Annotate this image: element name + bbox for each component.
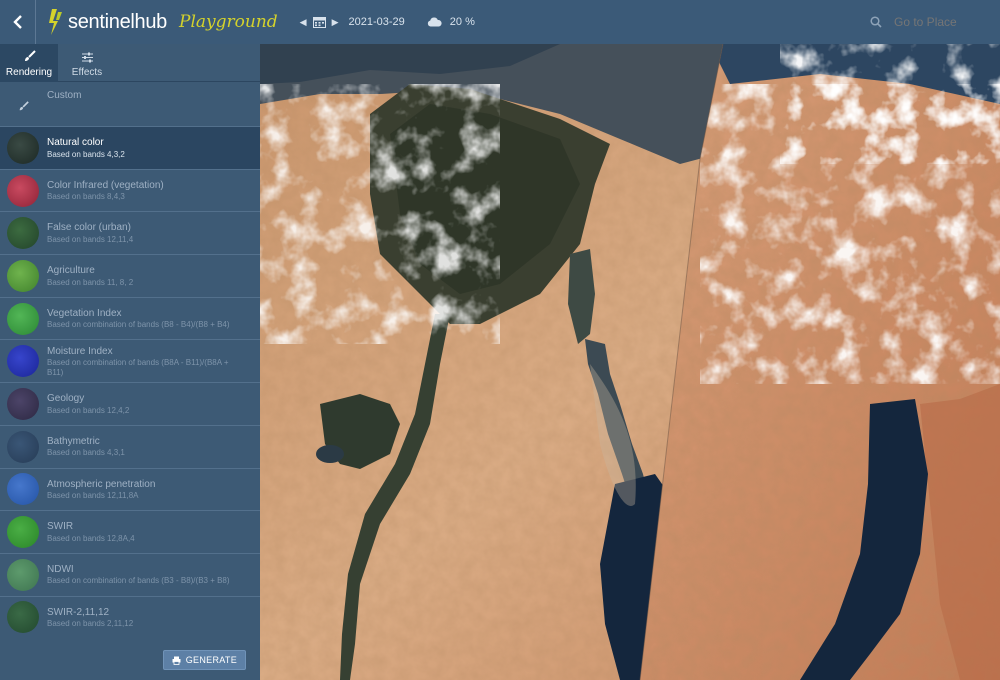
calendar-icon[interactable]: [312, 16, 326, 28]
layer-description: Based on bands 12,8A,4: [47, 533, 135, 543]
layer-name: Agriculture: [47, 265, 95, 277]
date-value[interactable]: 2021-03-29: [349, 16, 405, 28]
back-button[interactable]: [0, 0, 36, 44]
layer-name: NDWI: [47, 563, 74, 575]
layer-item-moisture-index[interactable]: Moisture Index Based on combination of ba…: [0, 339, 260, 382]
layer-item-agriculture[interactable]: Agriculture Based on bands 11, 8, 2: [0, 254, 260, 297]
sliders-icon: [81, 52, 93, 63]
layer-item-natural-color[interactable]: Natural color Based on bands 4,3,2: [0, 126, 260, 169]
layer-item-custom[interactable]: Custom: [0, 84, 260, 126]
layer-thumb: [7, 259, 39, 292]
layer-item-swir[interactable]: SWIR Based on bands 12,8A,4: [0, 510, 260, 553]
layer-name: Geology: [47, 393, 85, 405]
sentinelhub-logo-icon: [49, 9, 62, 35]
satellite-imagery: [260, 44, 1000, 680]
layer-thumb: [7, 387, 39, 420]
layer-name: False color (urban): [47, 222, 131, 234]
tab-effects-label: Effects: [71, 67, 103, 78]
sidebar-tabs: Rendering Effects: [0, 44, 260, 82]
tab-effects[interactable]: Effects: [58, 44, 116, 82]
layer-name: Moisture Index: [47, 345, 113, 357]
layer-description: Based on bands 2,11,12: [47, 619, 134, 629]
search-bar: [870, 0, 984, 44]
sidebar: Rendering Effects Custom Natural color Ba…: [0, 44, 260, 680]
logo-text: sentinelhub: [68, 10, 168, 33]
layer-description: Based on combination of bands (B3 - B8)/…: [47, 576, 230, 586]
layer-description: Based on bands 12,11,4: [47, 234, 134, 244]
layer-description: Based on bands 8,4,3: [47, 192, 125, 202]
layer-item-color-infrared[interactable]: Color Infrared (vegetation) Based on band…: [0, 168, 260, 212]
layer-thumb: [7, 473, 39, 506]
layer-description: Based on bands 4,3,2: [47, 149, 125, 159]
logo[interactable]: sentinelhub Playground: [48, 7, 278, 37]
brush-icon: [19, 100, 29, 110]
tab-rendering[interactable]: Rendering: [0, 44, 58, 82]
layer-name: SWIR: [47, 521, 74, 533]
chevron-left-icon: [12, 15, 22, 29]
layer-name: Atmospheric penetration: [47, 478, 156, 490]
layer-description: Based on combination of bands (B8 - B4)/…: [47, 320, 230, 330]
tab-rendering-label: Rendering: [5, 67, 53, 78]
layer-thumb: [7, 345, 39, 378]
layer-thumb: [7, 601, 39, 634]
layer-name: Custom: [47, 90, 82, 101]
layer-name: Bathymetric: [47, 435, 100, 447]
search-input[interactable]: [894, 15, 984, 29]
generate-button[interactable]: GENERATE: [162, 650, 246, 670]
prev-date-icon[interactable]: ◀: [300, 17, 307, 28]
layer-name: SWIR-2,11,12: [47, 606, 110, 618]
layer-thumb: [7, 430, 39, 463]
date-picker: ◀ ▶ 2021-03-29: [300, 16, 405, 28]
layer-item-swir-2-11-12[interactable]: SWIR-2,11,12 Based on bands 2,11,12: [0, 595, 260, 639]
next-date-icon[interactable]: ▶: [332, 17, 339, 28]
brush-icon: [24, 50, 36, 61]
layer-item-false-color-urban[interactable]: False color (urban) Based on bands 12,11,…: [0, 211, 260, 254]
printer-icon: [172, 656, 181, 665]
layer-item-atmospheric-penetration[interactable]: Atmospheric penetration Based on bands 12…: [0, 467, 260, 511]
layer-thumb: [7, 302, 39, 335]
generate-label: GENERATE: [185, 655, 237, 665]
layer-description: Based on bands 11, 8, 2: [47, 277, 134, 287]
layer-item-vegetation-index[interactable]: Vegetation Index Based on combination of …: [0, 296, 260, 340]
satellite-map[interactable]: [260, 44, 1000, 680]
layer-thumb: [7, 558, 39, 591]
layer-name: Natural color: [47, 137, 104, 148]
layer-thumb: [7, 131, 39, 164]
layer-item-geology[interactable]: Geology Based on bands 12,4,2: [0, 382, 260, 425]
layer-thumb: [7, 174, 39, 207]
layer-list: Custom Natural color Based on bands 4,3,2…: [0, 84, 260, 638]
cloud-coverage[interactable]: 20 %: [427, 16, 475, 28]
layer-thumb: [7, 217, 39, 250]
layer-item-ndwi[interactable]: NDWI Based on combination of bands (B3 - …: [0, 552, 260, 596]
layer-description: Based on combination of bands (B8A - B11…: [47, 358, 229, 377]
cloud-icon: [427, 17, 442, 27]
custom-layer-thumb: [7, 90, 39, 122]
cloud-coverage-value: 20 %: [449, 16, 475, 28]
search-icon: [870, 16, 882, 28]
layer-item-bathymetric[interactable]: Bathymetric Based on bands 4,3,1: [0, 424, 260, 468]
layer-description: Based on bands 12,11,8A: [47, 491, 139, 500]
layer-description: Based on bands 4,3,1: [47, 448, 125, 458]
layer-description: Based on bands 12,4,2: [47, 405, 130, 415]
layer-name: Color Infrared (vegetation): [47, 179, 164, 191]
layer-thumb: [7, 516, 39, 549]
layer-name: Vegetation Index: [47, 307, 122, 319]
top-bar: sentinelhub Playground ◀ ▶ 2021-03-29 20…: [0, 0, 1000, 44]
logo-subtitle: Playground: [179, 12, 278, 32]
